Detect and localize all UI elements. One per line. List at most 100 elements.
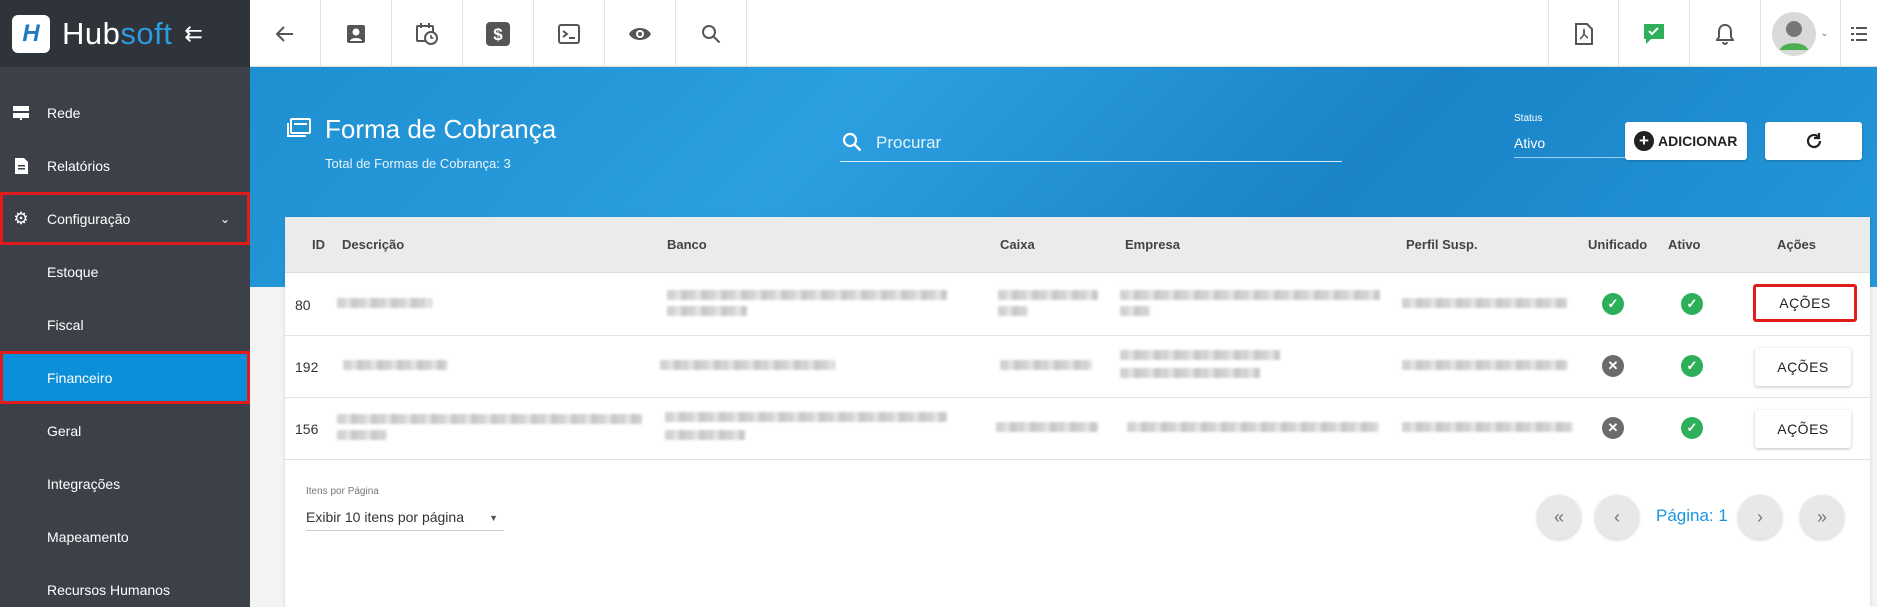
search-icon[interactable] (676, 0, 747, 67)
sidebar-item-financeiro[interactable]: Financeiro (0, 351, 250, 404)
per-page-select[interactable]: Exibir 10 itens por página ▼ (306, 505, 504, 531)
add-button-label: ADICIONAR (1658, 133, 1738, 149)
table-card: ID Descrição Banco Caixa Empresa Perfil … (285, 217, 1870, 607)
redacted-cell (660, 360, 835, 370)
redacted-cell (1000, 360, 1092, 370)
contact-card-icon[interactable] (321, 0, 392, 67)
page-subtitle: Total de Formas de Cobrança: 3 (325, 156, 511, 171)
dollar-icon[interactable]: $ (463, 0, 534, 67)
redacted-cell (1120, 290, 1380, 300)
status-label: Status (1514, 113, 1543, 124)
acoes-button[interactable]: AÇÕES (1755, 348, 1851, 386)
add-button[interactable]: + ADICIONAR (1625, 122, 1747, 160)
acoes-label: AÇÕES (1777, 359, 1829, 375)
table-row[interactable]: 80 ✓ ✓ AÇÕES (285, 274, 1870, 336)
redacted-cell (1402, 298, 1567, 308)
sidebar-item-configuracao[interactable]: ⚙ Configuração ⌄ (0, 192, 250, 245)
acoes-button[interactable]: AÇÕES (1753, 284, 1857, 322)
check-circle-icon: ✓ (1602, 293, 1624, 315)
double-chevron-right-icon: » (1816, 506, 1827, 527)
col-acoes: Ações (1777, 237, 1817, 252)
redacted-cell (1127, 422, 1379, 432)
check-circle-icon: ✓ (1681, 355, 1703, 377)
sidebar-item-relatorios[interactable]: Relatórios (0, 139, 250, 192)
col-descricao[interactable]: Descrição (342, 237, 404, 252)
per-page-label: Itens por Página (306, 486, 379, 497)
check-circle-icon: ✓ (1681, 293, 1703, 315)
sidebar-item-label: Relatórios (47, 157, 111, 174)
table-row[interactable]: 192 ✕ ✓ AÇÕES (285, 336, 1870, 398)
chat-check-icon[interactable] (1619, 0, 1690, 67)
col-ativo[interactable]: Ativo (1668, 237, 1701, 252)
col-id[interactable]: ID (312, 237, 325, 252)
sidebar: H Hubsoft ⇇ Rede Relatórios ⚙ Configuraç… (0, 0, 250, 607)
redacted-cell (998, 306, 1028, 316)
server-icon (13, 105, 29, 121)
page-title: Forma de Cobrança (325, 114, 557, 144)
brand-hub: Hub (62, 15, 121, 51)
chevron-right-icon: › (1757, 506, 1763, 527)
caret-down-icon: ▼ (489, 513, 498, 523)
back-arrow-icon[interactable] (250, 0, 321, 67)
sidebar-item-integracoes[interactable]: Integrações (0, 457, 250, 510)
sidebar-item-label: Geral (47, 422, 82, 439)
eye-icon[interactable] (605, 0, 676, 67)
sidebar-item-fiscal[interactable]: Fiscal (0, 298, 250, 351)
topbar: $ ⌄ (250, 0, 1877, 67)
sidebar-item-estoque[interactable]: Estoque (0, 245, 250, 298)
col-unificado[interactable]: Unificado (1588, 237, 1647, 252)
redacted-cell (667, 306, 747, 316)
pdf-icon[interactable] (1548, 0, 1619, 67)
sidebar-nav: Rede Relatórios ⚙ Configuração ⌄ Estoque… (0, 86, 250, 607)
redacted-cell (1402, 360, 1567, 370)
avatar[interactable]: ⌄ (1761, 0, 1841, 67)
table-row[interactable]: 156 ✕ ✓ AÇÕES (285, 398, 1870, 460)
col-caixa[interactable]: Caixa (1000, 237, 1035, 252)
redacted-cell (1120, 368, 1260, 378)
redacted-cell (665, 412, 947, 422)
sidebar-item-rede[interactable]: Rede (0, 86, 250, 139)
sidebar-item-label: Estoque (47, 263, 99, 280)
sidebar-item-label: Recursos Humanos (47, 581, 170, 598)
page-indicator: Página: 1 (1656, 506, 1728, 525)
table-header: ID Descrição Banco Caixa Empresa Perfil … (285, 217, 1870, 273)
plus-circle-icon: + (1634, 131, 1654, 151)
sidebar-item-recursos-humanos[interactable]: Recursos Humanos (0, 563, 250, 607)
refresh-icon (1806, 133, 1821, 149)
prev-page-button[interactable]: ‹ (1595, 495, 1639, 539)
redacted-cell (337, 430, 387, 440)
chevron-down-icon: ⌄ (219, 211, 230, 226)
last-page-button[interactable]: » (1800, 495, 1844, 539)
per-page-value: Exibir 10 itens por página (306, 509, 464, 525)
terminal-icon[interactable] (534, 0, 605, 67)
redacted-cell (1120, 306, 1150, 316)
acoes-label: AÇÕES (1779, 295, 1831, 311)
list-stack-icon (285, 118, 311, 145)
arrow-collapse-left-icon[interactable]: ⇇ (184, 21, 202, 47)
chevron-left-icon: ‹ (1614, 506, 1620, 527)
first-page-button[interactable]: « (1537, 495, 1581, 539)
acoes-button[interactable]: AÇÕES (1755, 410, 1851, 448)
search-input[interactable] (876, 130, 1336, 156)
check-circle-icon: ✓ (1681, 417, 1703, 439)
menu-list-icon[interactable] (1841, 0, 1877, 67)
cell-id: 156 (295, 421, 319, 437)
sidebar-item-label: Integrações (47, 475, 121, 492)
chevron-down-icon: ⌄ (1820, 28, 1829, 39)
status-value: Ativo (1514, 135, 1546, 151)
sidebar-item-label: Fiscal (47, 316, 84, 333)
svg-text:$: $ (493, 25, 503, 44)
redacted-cell (1120, 350, 1280, 360)
col-banco[interactable]: Banco (667, 237, 707, 252)
bell-icon[interactable] (1690, 0, 1761, 67)
calendar-clock-icon[interactable] (392, 0, 463, 67)
cell-id: 192 (295, 359, 319, 375)
next-page-button[interactable]: › (1738, 495, 1782, 539)
col-empresa[interactable]: Empresa (1125, 237, 1180, 252)
document-icon (13, 157, 29, 174)
sidebar-item-geral[interactable]: Geral (0, 404, 250, 457)
redacted-cell (998, 290, 1098, 300)
sidebar-item-mapeamento[interactable]: Mapeamento (0, 510, 250, 563)
refresh-button[interactable] (1765, 122, 1862, 160)
col-perfil-susp[interactable]: Perfil Susp. (1406, 237, 1478, 252)
